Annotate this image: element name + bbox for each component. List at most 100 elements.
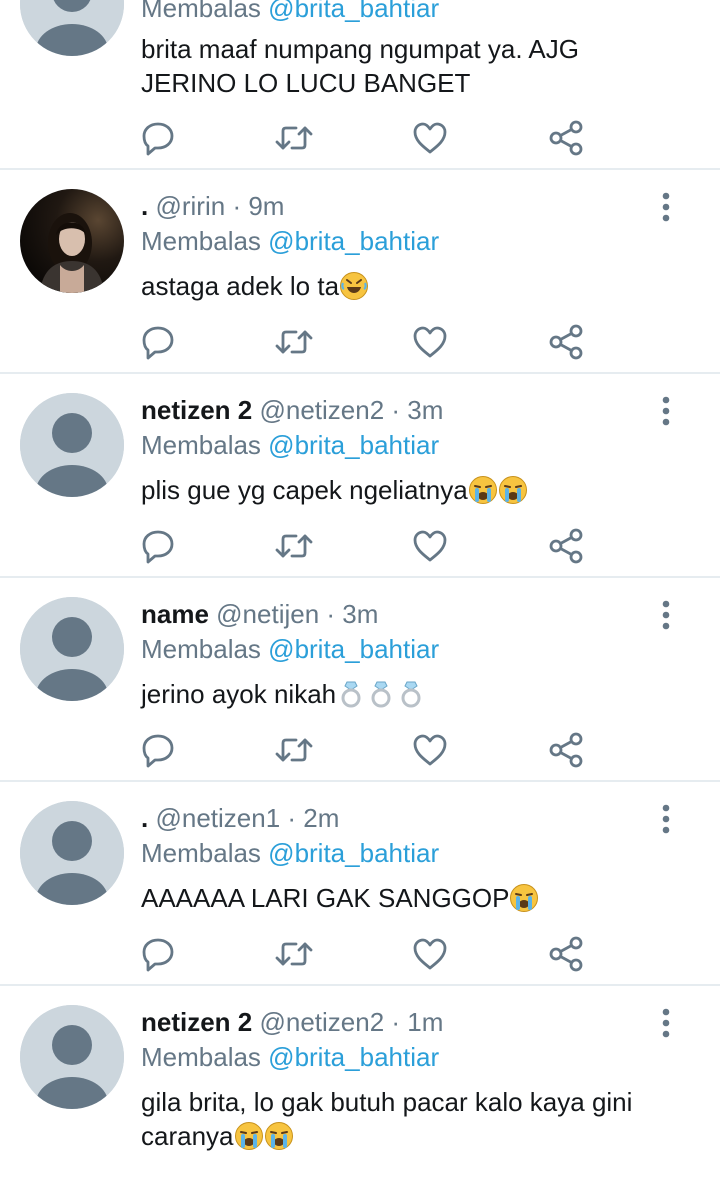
share-button[interactable]	[546, 526, 586, 566]
avatar[interactable]	[20, 597, 124, 701]
retweet-icon	[275, 126, 313, 150]
share-button[interactable]	[546, 934, 586, 974]
tweet-header: name @netijen · 3m	[141, 598, 378, 630]
tweet-header: . @netizen1 · 2m	[141, 802, 339, 834]
share-button[interactable]	[546, 322, 586, 362]
like-button[interactable]	[410, 526, 450, 566]
default-avatar-icon	[20, 597, 124, 701]
display-name[interactable]: netizen 2	[141, 395, 252, 425]
crying-emoji-icon	[498, 476, 527, 504]
like-button[interactable]	[410, 730, 450, 770]
more-options-button[interactable]	[654, 192, 678, 224]
tweet-item[interactable]: . @ririn · 9m Membalas @brita_bahtiar as…	[0, 170, 720, 374]
share-icon	[549, 732, 583, 768]
tweet-text-content: AAAAAA LARI GAK SANGGOP	[141, 883, 510, 913]
like-icon	[413, 530, 447, 562]
tweet-time: · 3m	[326, 599, 379, 629]
reply-mention-link[interactable]: @brita_bahtiar	[268, 634, 439, 664]
default-avatar-icon	[20, 801, 124, 905]
reply-button[interactable]	[138, 730, 178, 770]
more-options-button[interactable]	[654, 396, 678, 428]
like-button[interactable]	[410, 322, 450, 362]
share-button[interactable]	[546, 118, 586, 158]
tweet-actions	[0, 730, 720, 770]
reply-button[interactable]	[138, 934, 178, 974]
display-name[interactable]: .	[141, 803, 148, 833]
user-handle[interactable]: @netizen2	[259, 395, 384, 425]
reply-context: Membalas @brita_bahtiar	[141, 837, 439, 869]
display-name[interactable]: .	[141, 191, 148, 221]
reply-context: Membalas @brita_bahtiar	[141, 225, 439, 257]
avatar[interactable]	[20, 1005, 124, 1109]
reply-button[interactable]	[138, 118, 178, 158]
tweet-text: gila brita, lo gak butuh pacar kalo kaya…	[141, 1085, 681, 1153]
tweet-item[interactable]: Membalas @brita_bahtiar brita maaf numpa…	[0, 0, 720, 170]
reply-context: Membalas @brita_bahtiar	[141, 0, 439, 24]
reply-prefix: Membalas	[141, 634, 261, 664]
user-handle[interactable]: @netijen	[216, 599, 319, 629]
display-name[interactable]: netizen 2	[141, 1007, 252, 1037]
reply-icon	[142, 326, 174, 360]
reply-prefix: Membalas	[141, 0, 261, 23]
user-handle[interactable]: @netizen1	[155, 803, 280, 833]
avatar[interactable]	[20, 189, 124, 293]
avatar[interactable]	[20, 393, 124, 497]
more-vertical-icon	[662, 1008, 670, 1038]
share-button[interactable]	[546, 730, 586, 770]
tweet-time: · 3m	[391, 395, 444, 425]
reply-context: Membalas @brita_bahtiar	[141, 429, 439, 461]
reply-icon	[142, 530, 174, 564]
retweet-icon	[275, 330, 313, 354]
retweet-button[interactable]	[274, 118, 314, 158]
retweet-icon	[275, 942, 313, 966]
user-handle[interactable]: @ririn	[155, 191, 225, 221]
reply-mention-link[interactable]: @brita_bahtiar	[268, 0, 439, 23]
tweet-item[interactable]: . @netizen1 · 2m Membalas @brita_bahtiar…	[0, 782, 720, 986]
tweet-item[interactable]: netizen 2 @netizen2 · 3m Membalas @brita…	[0, 374, 720, 578]
tweet-item[interactable]: netizen 2 @netizen2 · 1m Membalas @brita…	[0, 986, 720, 1190]
avatar[interactable]	[20, 801, 124, 905]
more-options-button[interactable]	[654, 1008, 678, 1040]
like-button[interactable]	[410, 934, 450, 974]
reply-button[interactable]	[138, 526, 178, 566]
tweet-text: AAAAAA LARI GAK SANGGOP	[141, 881, 681, 915]
reply-button[interactable]	[138, 322, 178, 362]
retweet-button[interactable]	[274, 730, 314, 770]
avatar[interactable]	[20, 0, 124, 56]
more-vertical-icon	[662, 804, 670, 834]
tweet-actions	[0, 118, 720, 158]
tweet-text-content: brita maaf numpang ngumpat ya. AJG JERIN…	[141, 34, 579, 98]
like-icon	[413, 122, 447, 154]
more-vertical-icon	[662, 396, 670, 426]
tweet-time: · 1m	[391, 1007, 444, 1037]
tweet-item[interactable]: name @netijen · 3m Membalas @brita_bahti…	[0, 578, 720, 782]
reply-icon	[142, 938, 174, 972]
reply-context: Membalas @brita_bahtiar	[141, 633, 439, 665]
retweet-button[interactable]	[274, 934, 314, 974]
like-button[interactable]	[410, 118, 450, 158]
reply-mention-link[interactable]: @brita_bahtiar	[268, 430, 439, 460]
like-icon	[413, 734, 447, 766]
share-icon	[549, 936, 583, 972]
crying-emoji-icon	[234, 1122, 263, 1150]
display-name[interactable]: name	[141, 599, 209, 629]
user-handle[interactable]: @netizen2	[259, 1007, 384, 1037]
reply-mention-link[interactable]: @brita_bahtiar	[268, 1042, 439, 1072]
tweet-text-content: jerino ayok nikah	[141, 679, 337, 709]
retweet-button[interactable]	[274, 526, 314, 566]
tweet-text-content: gila brita, lo gak butuh pacar kalo kaya…	[141, 1087, 633, 1151]
tweet-actions	[0, 526, 720, 566]
more-options-button[interactable]	[654, 804, 678, 836]
like-icon	[413, 938, 447, 970]
default-avatar-icon	[20, 393, 124, 497]
ring-emoji-icon	[341, 681, 361, 708]
reply-prefix: Membalas	[141, 1042, 261, 1072]
reply-mention-link[interactable]: @brita_bahtiar	[268, 838, 439, 868]
ring-emoji-icon	[371, 681, 391, 708]
default-avatar-icon	[20, 1005, 124, 1109]
reply-context: Membalas @brita_bahtiar	[141, 1041, 439, 1073]
more-options-button[interactable]	[654, 600, 678, 632]
more-vertical-icon	[662, 192, 670, 222]
retweet-button[interactable]	[274, 322, 314, 362]
reply-mention-link[interactable]: @brita_bahtiar	[268, 226, 439, 256]
